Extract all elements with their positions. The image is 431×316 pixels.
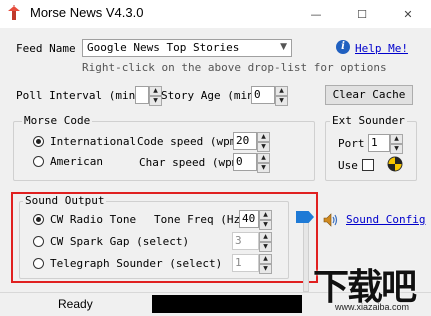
clear-cache-button[interactable]: Clear Cache bbox=[325, 85, 413, 105]
char-speed-stepper[interactable]: 0 ▲ ▼ bbox=[233, 153, 270, 173]
help-link[interactable]: Help Me! bbox=[355, 42, 408, 55]
spin-up-icon[interactable]: ▲ bbox=[257, 132, 270, 142]
watermark-url: www.xiazaiba.com bbox=[335, 302, 410, 312]
progress-bar bbox=[152, 295, 302, 313]
story-age-label: Story Age (min) bbox=[161, 89, 261, 102]
poll-interval-stepper[interactable]: ▲ ▼ bbox=[135, 86, 162, 106]
close-button[interactable]: ✕ bbox=[385, 0, 431, 28]
app-icon bbox=[6, 3, 22, 21]
window-title: Morse News V4.3.0 bbox=[30, 5, 144, 20]
spin-down-icon[interactable]: ▼ bbox=[275, 96, 288, 106]
spin-up-icon[interactable]: ▲ bbox=[275, 86, 288, 96]
chevron-down-icon: ▼ bbox=[280, 42, 287, 52]
radio-international[interactable] bbox=[33, 136, 44, 147]
status-text: Ready bbox=[58, 297, 93, 311]
international-label: International bbox=[50, 135, 137, 148]
american-label: American bbox=[50, 155, 103, 168]
feed-name-label: Feed Name bbox=[16, 42, 76, 55]
feed-hint: Right-click on the above drop-list for o… bbox=[82, 61, 387, 74]
char-speed-value: 0 bbox=[236, 155, 243, 168]
help-icon: i bbox=[336, 40, 350, 54]
use-label: Use bbox=[338, 159, 358, 172]
code-speed-value: 20 bbox=[236, 134, 250, 147]
spin-down-icon[interactable]: ▼ bbox=[390, 144, 403, 154]
feed-select-value: Google News Top Stories bbox=[87, 41, 240, 54]
sound-config-link[interactable]: Sound Config bbox=[346, 213, 425, 226]
code-speed-stepper[interactable]: 20 ▲ ▼ bbox=[233, 132, 270, 152]
poll-interval-label: Poll Interval (min) bbox=[16, 89, 142, 102]
highlight-box bbox=[11, 192, 318, 283]
story-age-stepper[interactable]: 0 ▲ ▼ bbox=[251, 86, 288, 106]
speaker-icon[interactable] bbox=[323, 213, 341, 227]
port-stepper[interactable]: 1 ▲ ▼ bbox=[368, 134, 403, 154]
spin-up-icon[interactable]: ▲ bbox=[390, 134, 403, 144]
use-checkbox[interactable] bbox=[362, 159, 374, 171]
maximize-button[interactable]: ☐ bbox=[339, 0, 385, 28]
ext-sounder-title: Ext Sounder bbox=[330, 114, 407, 127]
spin-up-icon[interactable]: ▲ bbox=[257, 153, 270, 163]
minimize-button[interactable]: — bbox=[293, 0, 339, 28]
volume-slider-track bbox=[303, 212, 309, 292]
story-age-value: 0 bbox=[254, 88, 261, 101]
feed-select[interactable]: Google News Top Stories ▼ bbox=[82, 39, 292, 57]
spin-down-icon[interactable]: ▼ bbox=[257, 142, 270, 152]
char-speed-label: Char speed (wpm) bbox=[139, 156, 245, 169]
morse-code-title: Morse Code bbox=[22, 114, 93, 127]
port-label: Port bbox=[338, 137, 365, 150]
spin-down-icon[interactable]: ▼ bbox=[257, 163, 270, 173]
port-value: 1 bbox=[371, 136, 378, 149]
code-speed-label: Code speed (wpm) bbox=[137, 135, 243, 148]
radio-american[interactable] bbox=[33, 156, 44, 167]
sounder-test-icon[interactable] bbox=[387, 156, 403, 172]
